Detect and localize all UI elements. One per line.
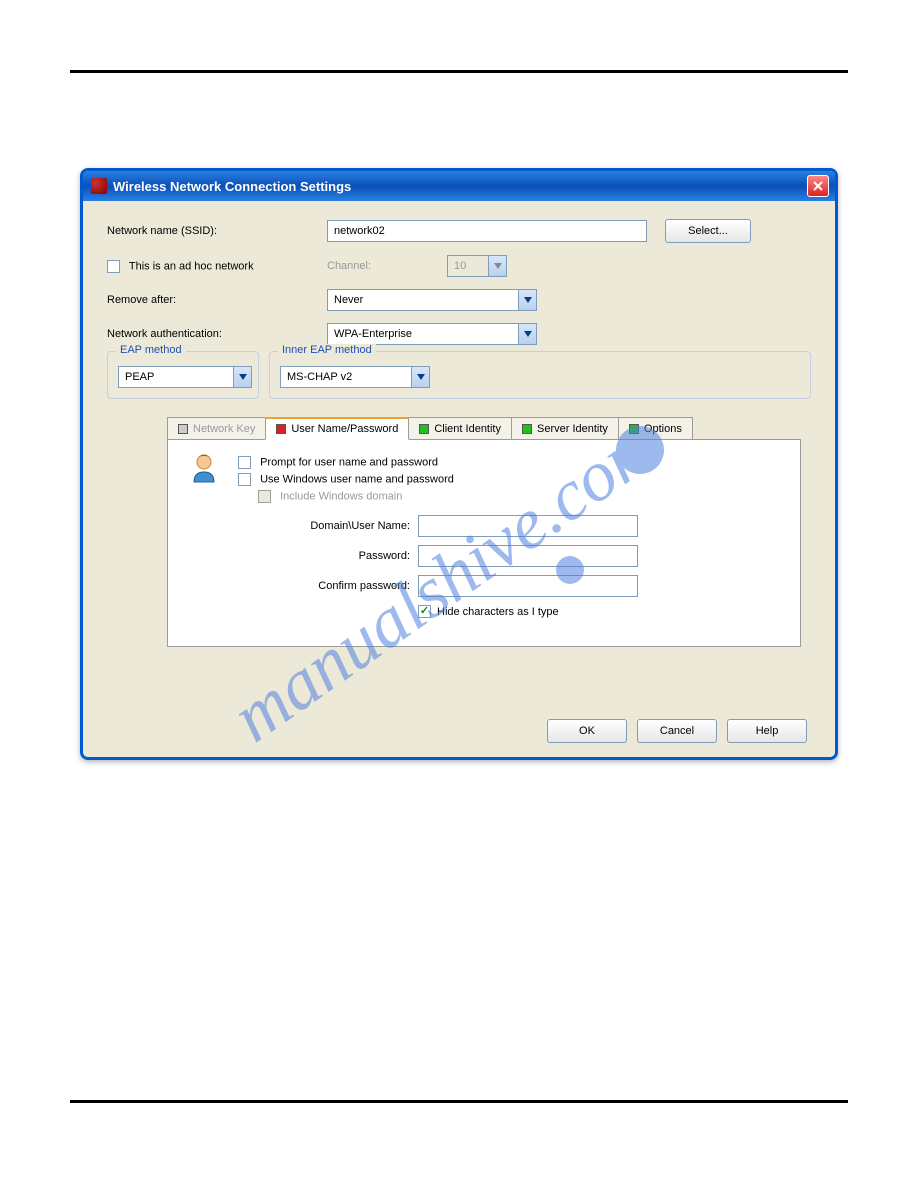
ssid-input[interactable] [327, 220, 647, 242]
remove-value: Never [334, 294, 363, 306]
chevron-down-icon [233, 367, 251, 387]
chevron-down-icon [488, 256, 506, 276]
eap-method-select[interactable]: PEAP [118, 366, 252, 388]
tab-server-identity[interactable]: Server Identity [511, 417, 619, 440]
label-prompt: Prompt for user name and password [260, 456, 438, 468]
page-rule-bottom [70, 1100, 848, 1103]
hide-checkbox[interactable] [418, 605, 431, 618]
close-icon [813, 181, 823, 191]
adhoc-checkbox[interactable] [107, 260, 120, 273]
label-auth: Network authentication: [107, 328, 327, 340]
close-button[interactable] [807, 175, 829, 197]
app-icon [91, 178, 107, 194]
password-input[interactable] [418, 545, 638, 567]
label-domuser: Domain\User Name: [238, 520, 418, 532]
inner-eap-select[interactable]: MS-CHAP v2 [280, 366, 430, 388]
tab-client-identity[interactable]: Client Identity [408, 417, 512, 440]
group-eap-method: EAP method PEAP [107, 351, 259, 399]
titlebar: Wireless Network Connection Settings [83, 171, 835, 201]
label-ssid: Network name (SSID): [107, 225, 327, 237]
tab-label: Client Identity [434, 423, 501, 435]
cancel-button[interactable]: Cancel [637, 719, 717, 743]
dot-icon [276, 424, 286, 434]
dot-icon [522, 424, 532, 434]
dialog-title: Wireless Network Connection Settings [113, 179, 351, 194]
label-hide: Hide characters as I type [437, 606, 559, 618]
domuser-input[interactable] [418, 515, 638, 537]
auth-select[interactable]: WPA-Enterprise [327, 323, 537, 345]
dot-icon [178, 424, 188, 434]
select-button[interactable]: Select... [665, 219, 751, 243]
dialog-buttons: OK Cancel Help [547, 719, 807, 743]
tab-label: Network Key [193, 423, 255, 435]
dot-icon [629, 424, 639, 434]
confirm-input[interactable] [418, 575, 638, 597]
group-inner-eap: Inner EAP method MS-CHAP v2 [269, 351, 811, 399]
chevron-down-icon [411, 367, 429, 387]
label-confirm: Confirm password: [238, 580, 418, 592]
chevron-down-icon [518, 290, 536, 310]
ok-button[interactable]: OK [547, 719, 627, 743]
label-includedom: Include Windows domain [280, 490, 402, 502]
dialog-body: Network name (SSID): Select... This is a… [83, 201, 835, 757]
remove-select[interactable]: Never [327, 289, 537, 311]
label-channel: Channel: [327, 260, 447, 272]
legend-eap: EAP method [116, 344, 186, 356]
label-adhoc: This is an ad hoc network [129, 260, 254, 272]
usewin-checkbox[interactable] [238, 473, 251, 486]
includedom-checkbox [258, 490, 271, 503]
eap-method-value: PEAP [125, 371, 154, 383]
legend-inner-eap: Inner EAP method [278, 344, 376, 356]
dot-icon [419, 424, 429, 434]
chevron-down-icon [518, 324, 536, 344]
label-usewin: Use Windows user name and password [260, 473, 454, 485]
channel-value: 10 [454, 260, 466, 272]
help-button[interactable]: Help [727, 719, 807, 743]
user-icon [188, 452, 220, 484]
tab-label: Server Identity [537, 423, 608, 435]
prompt-checkbox[interactable] [238, 456, 251, 469]
tab-label: Options [644, 423, 682, 435]
tab-network-key: Network Key [167, 417, 266, 440]
tab-user-password[interactable]: User Name/Password [265, 417, 409, 440]
tab-label: User Name/Password [291, 423, 398, 435]
dialog-wireless-settings: Wireless Network Connection Settings Net… [80, 168, 838, 760]
label-password: Password: [238, 550, 418, 562]
tabbar: Network Key User Name/Password Client Id… [167, 417, 811, 440]
tab-panel: Prompt for user name and password Use Wi… [167, 439, 801, 647]
label-remove: Remove after: [107, 294, 327, 306]
auth-value: WPA-Enterprise [334, 328, 412, 340]
channel-select: 10 [447, 255, 507, 277]
page-rule-top [70, 70, 848, 73]
inner-eap-value: MS-CHAP v2 [287, 371, 352, 383]
tab-options[interactable]: Options [618, 417, 693, 440]
